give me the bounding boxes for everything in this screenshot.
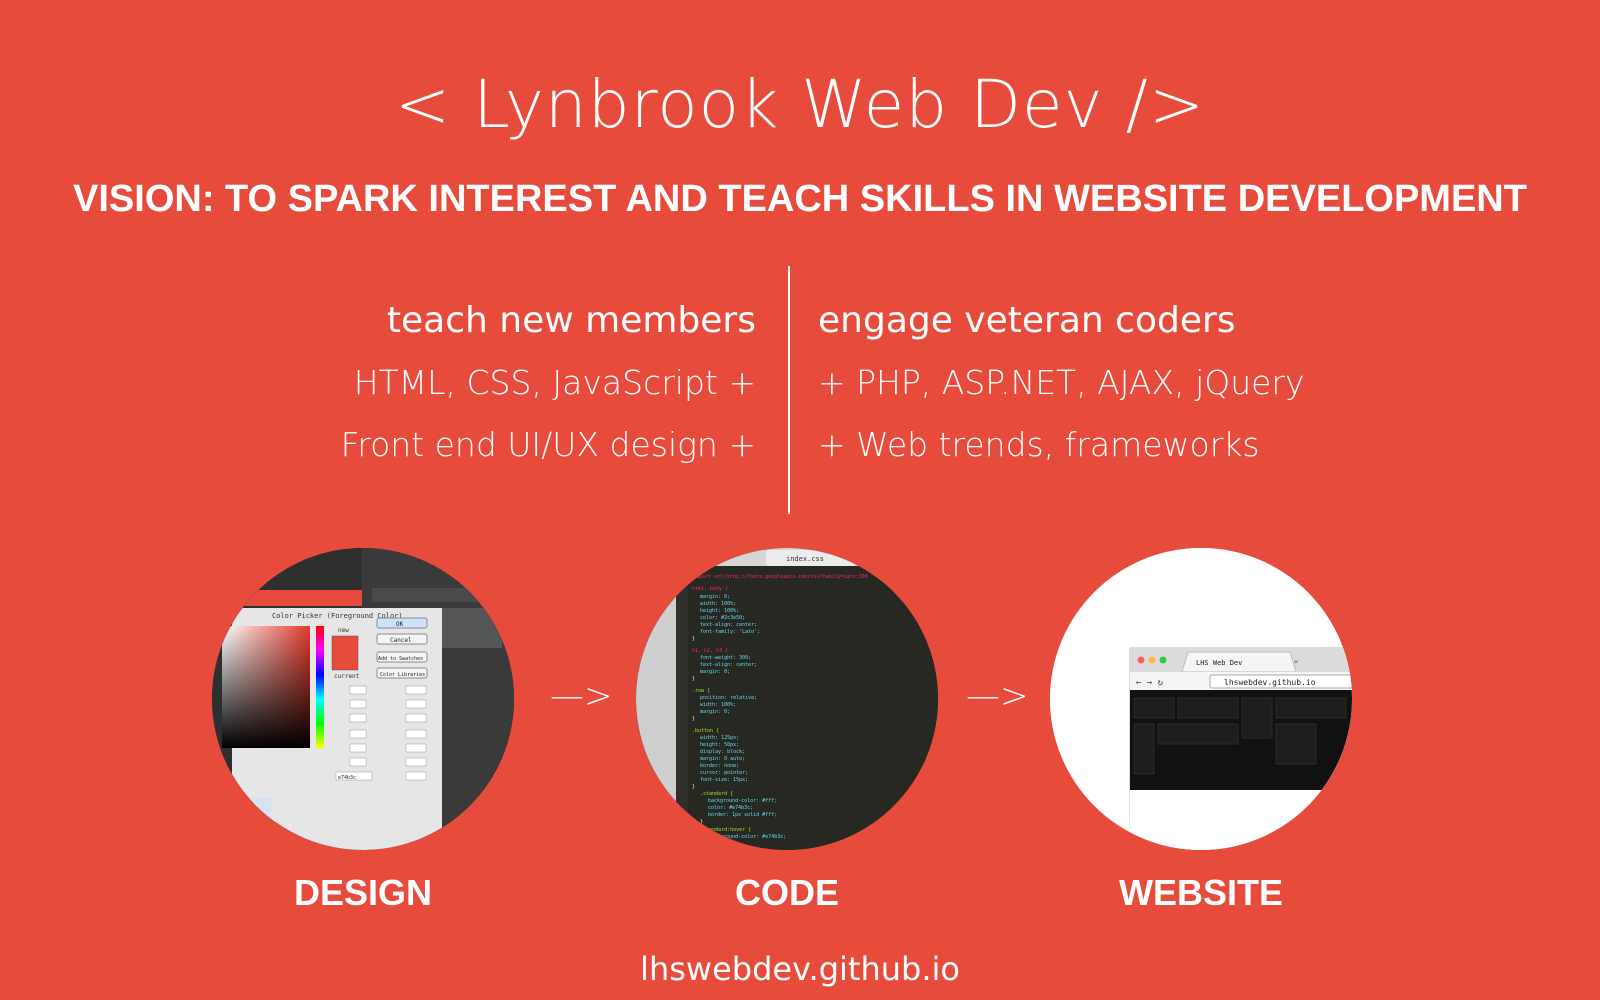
svg-text:display: block;: display: block; <box>700 749 745 755</box>
step-label-code: CODE <box>734 872 839 913</box>
svg-text:color: #e74b3c;: color: #e74b3c; <box>708 805 753 811</box>
svg-text:}: } <box>700 819 703 825</box>
svg-text:text-align: center;: text-align: center; <box>700 662 757 668</box>
svg-text:font-size: 15px;: font-size: 15px; <box>700 777 748 783</box>
new-label: new <box>338 627 349 634</box>
svg-text:margin: 0;: margin: 0; <box>700 709 730 715</box>
right-column-line: + PHP, ASP.NET, AJAX, jQuery <box>818 363 1305 402</box>
svg-text:}: } <box>692 716 695 722</box>
vision-statement: VISION: TO SPARK INTEREST AND TEACH SKIL… <box>73 178 1527 220</box>
svg-text:}: } <box>692 636 695 642</box>
left-column-line: Front end UI/UX design + <box>340 425 756 464</box>
svg-text:border: none;: border: none; <box>700 763 739 769</box>
svg-text:width: 100%;: width: 100%; <box>700 702 736 708</box>
cancel-button: Cancel <box>390 637 412 644</box>
svg-text:margin: 0;: margin: 0; <box>700 594 730 600</box>
arrow-design-to-code: —> <box>550 676 613 716</box>
svg-text:← → ↻: ← → ↻ <box>1136 678 1163 688</box>
column-heading-right: engage veteran coders <box>818 300 1236 341</box>
arrow-code-to-website: —> <box>966 676 1029 716</box>
hex-value: e74b3c <box>338 775 356 781</box>
svg-text:cursor: pointer;: cursor: pointer; <box>700 770 748 776</box>
svg-text:width: 125px;: width: 125px; <box>700 735 739 741</box>
svg-text:margin: 0 auto;: margin: 0 auto; <box>700 756 745 762</box>
browser-window-image: LHS Web Dev × ← → ↻ lhswebdev.github.io <box>1050 548 1352 850</box>
color-libraries-button: Color Libraries <box>380 672 425 678</box>
browser-tab-title: LHS Web Dev <box>1196 659 1242 667</box>
svg-text:.row {: .row { <box>692 688 710 694</box>
svg-text:html, body {: html, body { <box>692 586 728 592</box>
browser-address: lhswebdev.github.io <box>1224 678 1316 687</box>
page-title: < Lynbrook Web Dev /> <box>394 66 1206 143</box>
teach-new-members-column: teach new members HTML, CSS, JavaScript … <box>196 290 756 476</box>
ok-button: OK <box>396 621 404 628</box>
left-column-line: HTML, CSS, JavaScript + <box>353 363 756 402</box>
svg-text:h1, h2, h3 {: h1, h2, h3 { <box>692 648 728 654</box>
current-label: current <box>334 673 360 680</box>
code-import-line: @import url(http://fonts.googleapis.com/… <box>690 574 868 580</box>
svg-text:position: relative;: position: relative; <box>700 695 757 701</box>
svg-text:height: 100%;: height: 100%; <box>700 608 739 614</box>
step-label-website: WEBSITE <box>1118 872 1283 913</box>
svg-text:}: } <box>692 676 695 682</box>
svg-text:.standard:hover {: .standard:hover { <box>700 827 751 833</box>
column-divider <box>788 266 790 514</box>
add-to-swatches-button: Add to Swatches <box>378 656 423 662</box>
svg-text:color: #2c3e50;: color: #2c3e50; <box>700 615 745 621</box>
css-code-editor-image: index.css @import url(http://fonts.googl… <box>636 548 938 850</box>
svg-text:background-color: #fff;: background-color: #fff; <box>708 798 777 804</box>
svg-text:background-color: #e74b3c;: background-color: #e74b3c; <box>708 834 786 840</box>
svg-text:.standard {: .standard { <box>700 791 733 797</box>
column-heading-left: teach new members <box>386 300 756 341</box>
svg-text:height: 50px;: height: 50px; <box>700 742 739 748</box>
step-label-design: DESIGN <box>293 872 433 913</box>
photoshop-color-picker-image: Color Picker (Foreground Color) new curr… <box>212 548 514 850</box>
svg-text:text-align: center;: text-align: center; <box>700 622 757 628</box>
svg-text:font-family: 'Lato';: font-family: 'Lato'; <box>700 629 760 635</box>
svg-text:}: } <box>692 784 695 790</box>
svg-text:width: 100%;: width: 100%; <box>700 601 736 607</box>
svg-text:margin: 0;: margin: 0; <box>700 669 730 675</box>
svg-text:.button {: .button { <box>692 728 719 734</box>
svg-text:font-weight: 300;: font-weight: 300; <box>700 655 751 661</box>
footer-url: lhswebdev.github.io <box>640 950 960 988</box>
svg-text:×: × <box>1294 658 1298 666</box>
right-column-line: + Web trends, frameworks <box>818 425 1260 464</box>
svg-text:border: 1px solid #fff;: border: 1px solid #fff; <box>708 812 777 818</box>
file-tab: index.css <box>786 555 824 563</box>
engage-veteran-coders-column: engage veteran coders + PHP, ASP.NET, AJ… <box>818 290 1378 476</box>
